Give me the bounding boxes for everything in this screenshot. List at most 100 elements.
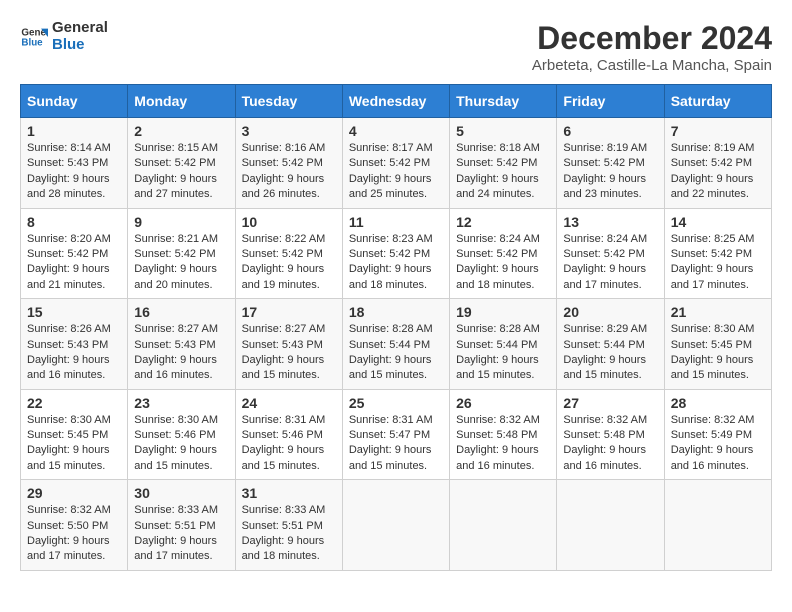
cell-info: Sunrise: 8:19 AMSunset: 5:42 PMDaylight:… — [671, 142, 755, 200]
cell-info: Sunrise: 8:24 AMSunset: 5:42 PMDaylight:… — [563, 233, 647, 291]
calendar-cell: 6 Sunrise: 8:19 AMSunset: 5:42 PMDaylight… — [557, 118, 664, 209]
header-day-thursday: Thursday — [450, 85, 557, 118]
logo: General Blue General Blue — [20, 20, 108, 53]
calendar-cell — [664, 480, 771, 571]
cell-info: Sunrise: 8:23 AMSunset: 5:42 PMDaylight:… — [349, 233, 433, 291]
calendar-cell — [450, 480, 557, 571]
calendar-week-4: 22Sunrise: 8:30 AMSunset: 5:45 PMDayligh… — [21, 389, 772, 480]
cell-info: Sunrise: 8:32 AMSunset: 5:50 PMDaylight:… — [27, 504, 111, 562]
calendar-cell: 27Sunrise: 8:32 AMSunset: 5:48 PMDayligh… — [557, 389, 664, 480]
day-number: 6 — [563, 123, 657, 139]
cell-info: Sunrise: 8:31 AMSunset: 5:46 PMDaylight:… — [242, 414, 326, 472]
calendar-cell: 22Sunrise: 8:30 AMSunset: 5:45 PMDayligh… — [21, 389, 128, 480]
day-number: 16 — [134, 304, 228, 320]
cell-info: Sunrise: 8:28 AMSunset: 5:44 PMDaylight:… — [349, 323, 433, 381]
title-section: December 2024 Arbeteta, Castille-La Manc… — [532, 20, 772, 74]
cell-info: Sunrise: 8:15 AMSunset: 5:42 PMDaylight:… — [134, 142, 218, 200]
cell-info: Sunrise: 8:30 AMSunset: 5:45 PMDaylight:… — [671, 323, 755, 381]
day-number: 31 — [242, 485, 336, 501]
calendar-table: SundayMondayTuesdayWednesdayThursdayFrid… — [20, 84, 772, 571]
calendar-cell: 18 Sunrise: 8:28 AMSunset: 5:44 PMDayligh… — [342, 299, 449, 390]
cell-info: Sunrise: 8:26 AMSunset: 5:43 PMDaylight:… — [27, 323, 111, 381]
day-number: 26 — [456, 395, 550, 411]
calendar-cell: 20Sunrise: 8:29 AMSunset: 5:44 PMDayligh… — [557, 299, 664, 390]
cell-info: Sunrise: 8:30 AMSunset: 5:45 PMDaylight:… — [27, 414, 111, 472]
cell-info: Sunrise: 8:33 AMSunset: 5:51 PMDaylight:… — [242, 504, 326, 562]
header: General Blue General Blue December 2024 … — [20, 20, 772, 74]
logo-line1: General — [52, 20, 108, 37]
calendar-cell: 10 Sunrise: 8:22 AMSunset: 5:42 PMDayligh… — [235, 208, 342, 299]
cell-info: Sunrise: 8:27 AMSunset: 5:43 PMDaylight:… — [242, 323, 326, 381]
calendar-cell: 3Sunrise: 8:16 AMSunset: 5:42 PMDaylight… — [235, 118, 342, 209]
calendar-cell: 28 Sunrise: 8:32 AMSunset: 5:49 PMDayligh… — [664, 389, 771, 480]
calendar-cell: 21 Sunrise: 8:30 AMSunset: 5:45 PMDayligh… — [664, 299, 771, 390]
calendar-cell: 14 Sunrise: 8:25 AMSunset: 5:42 PMDayligh… — [664, 208, 771, 299]
day-number: 18 — [349, 304, 443, 320]
cell-info: Sunrise: 8:28 AMSunset: 5:44 PMDaylight:… — [456, 323, 540, 381]
cell-info: Sunrise: 8:32 AMSunset: 5:48 PMDaylight:… — [456, 414, 540, 472]
calendar-cell: 15 Sunrise: 8:26 AMSunset: 5:43 PMDayligh… — [21, 299, 128, 390]
calendar-cell: 2 Sunrise: 8:15 AMSunset: 5:42 PMDaylight… — [128, 118, 235, 209]
calendar-cell: 17 Sunrise: 8:27 AMSunset: 5:43 PMDayligh… — [235, 299, 342, 390]
cell-info: Sunrise: 8:19 AMSunset: 5:42 PMDaylight:… — [563, 142, 647, 200]
day-number: 8 — [27, 214, 121, 230]
day-number: 28 — [671, 395, 765, 411]
day-number: 4 — [349, 123, 443, 139]
day-number: 15 — [27, 304, 121, 320]
logo-icon: General Blue — [20, 23, 48, 51]
calendar-week-1: 1Sunrise: 8:14 AMSunset: 5:43 PMDaylight… — [21, 118, 772, 209]
day-number: 12 — [456, 214, 550, 230]
day-number: 14 — [671, 214, 765, 230]
day-number: 7 — [671, 123, 765, 139]
day-number: 27 — [563, 395, 657, 411]
calendar-cell: 29Sunrise: 8:32 AMSunset: 5:50 PMDayligh… — [21, 480, 128, 571]
day-number: 23 — [134, 395, 228, 411]
day-number: 25 — [349, 395, 443, 411]
calendar-cell — [342, 480, 449, 571]
cell-info: Sunrise: 8:24 AMSunset: 5:42 PMDaylight:… — [456, 233, 540, 291]
calendar-cell: 16 Sunrise: 8:27 AMSunset: 5:43 PMDayligh… — [128, 299, 235, 390]
cell-info: Sunrise: 8:20 AMSunset: 5:42 PMDaylight:… — [27, 233, 111, 291]
calendar-cell: 23 Sunrise: 8:30 AMSunset: 5:46 PMDayligh… — [128, 389, 235, 480]
day-number: 10 — [242, 214, 336, 230]
day-number: 21 — [671, 304, 765, 320]
calendar-cell: 4 Sunrise: 8:17 AMSunset: 5:42 PMDaylight… — [342, 118, 449, 209]
cell-info: Sunrise: 8:30 AMSunset: 5:46 PMDaylight:… — [134, 414, 218, 472]
cell-info: Sunrise: 8:25 AMSunset: 5:42 PMDaylight:… — [671, 233, 755, 291]
header-day-saturday: Saturday — [664, 85, 771, 118]
header-day-sunday: Sunday — [21, 85, 128, 118]
day-number: 9 — [134, 214, 228, 230]
calendar-cell: 1Sunrise: 8:14 AMSunset: 5:43 PMDaylight… — [21, 118, 128, 209]
day-number: 11 — [349, 214, 443, 230]
header-day-wednesday: Wednesday — [342, 85, 449, 118]
calendar-cell: 12 Sunrise: 8:24 AMSunset: 5:42 PMDayligh… — [450, 208, 557, 299]
calendar-cell: 8 Sunrise: 8:20 AMSunset: 5:42 PMDaylight… — [21, 208, 128, 299]
cell-info: Sunrise: 8:29 AMSunset: 5:44 PMDaylight:… — [563, 323, 647, 381]
calendar-cell: 11 Sunrise: 8:23 AMSunset: 5:42 PMDayligh… — [342, 208, 449, 299]
calendar-cell: 7 Sunrise: 8:19 AMSunset: 5:42 PMDaylight… — [664, 118, 771, 209]
day-number: 17 — [242, 304, 336, 320]
cell-info: Sunrise: 8:22 AMSunset: 5:42 PMDaylight:… — [242, 233, 326, 291]
day-number: 13 — [563, 214, 657, 230]
calendar-cell: 31 Sunrise: 8:33 AMSunset: 5:51 PMDayligh… — [235, 480, 342, 571]
header-day-friday: Friday — [557, 85, 664, 118]
cell-info: Sunrise: 8:27 AMSunset: 5:43 PMDaylight:… — [134, 323, 218, 381]
cell-info: Sunrise: 8:31 AMSunset: 5:47 PMDaylight:… — [349, 414, 433, 472]
cell-info: Sunrise: 8:33 AMSunset: 5:51 PMDaylight:… — [134, 504, 218, 562]
calendar-cell: 30Sunrise: 8:33 AMSunset: 5:51 PMDayligh… — [128, 480, 235, 571]
header-day-tuesday: Tuesday — [235, 85, 342, 118]
calendar-cell: 24 Sunrise: 8:31 AMSunset: 5:46 PMDayligh… — [235, 389, 342, 480]
cell-info: Sunrise: 8:18 AMSunset: 5:42 PMDaylight:… — [456, 142, 540, 200]
cell-info: Sunrise: 8:21 AMSunset: 5:42 PMDaylight:… — [134, 233, 218, 291]
calendar-header: SundayMondayTuesdayWednesdayThursdayFrid… — [21, 85, 772, 118]
day-number: 19 — [456, 304, 550, 320]
cell-info: Sunrise: 8:32 AMSunset: 5:49 PMDaylight:… — [671, 414, 755, 472]
day-number: 24 — [242, 395, 336, 411]
cell-info: Sunrise: 8:17 AMSunset: 5:42 PMDaylight:… — [349, 142, 433, 200]
day-number: 2 — [134, 123, 228, 139]
calendar-cell: 5Sunrise: 8:18 AMSunset: 5:42 PMDaylight… — [450, 118, 557, 209]
calendar-week-2: 8 Sunrise: 8:20 AMSunset: 5:42 PMDaylight… — [21, 208, 772, 299]
svg-text:Blue: Blue — [21, 37, 43, 48]
calendar-cell — [557, 480, 664, 571]
page-subtitle: Arbeteta, Castille-La Mancha, Spain — [532, 57, 772, 74]
